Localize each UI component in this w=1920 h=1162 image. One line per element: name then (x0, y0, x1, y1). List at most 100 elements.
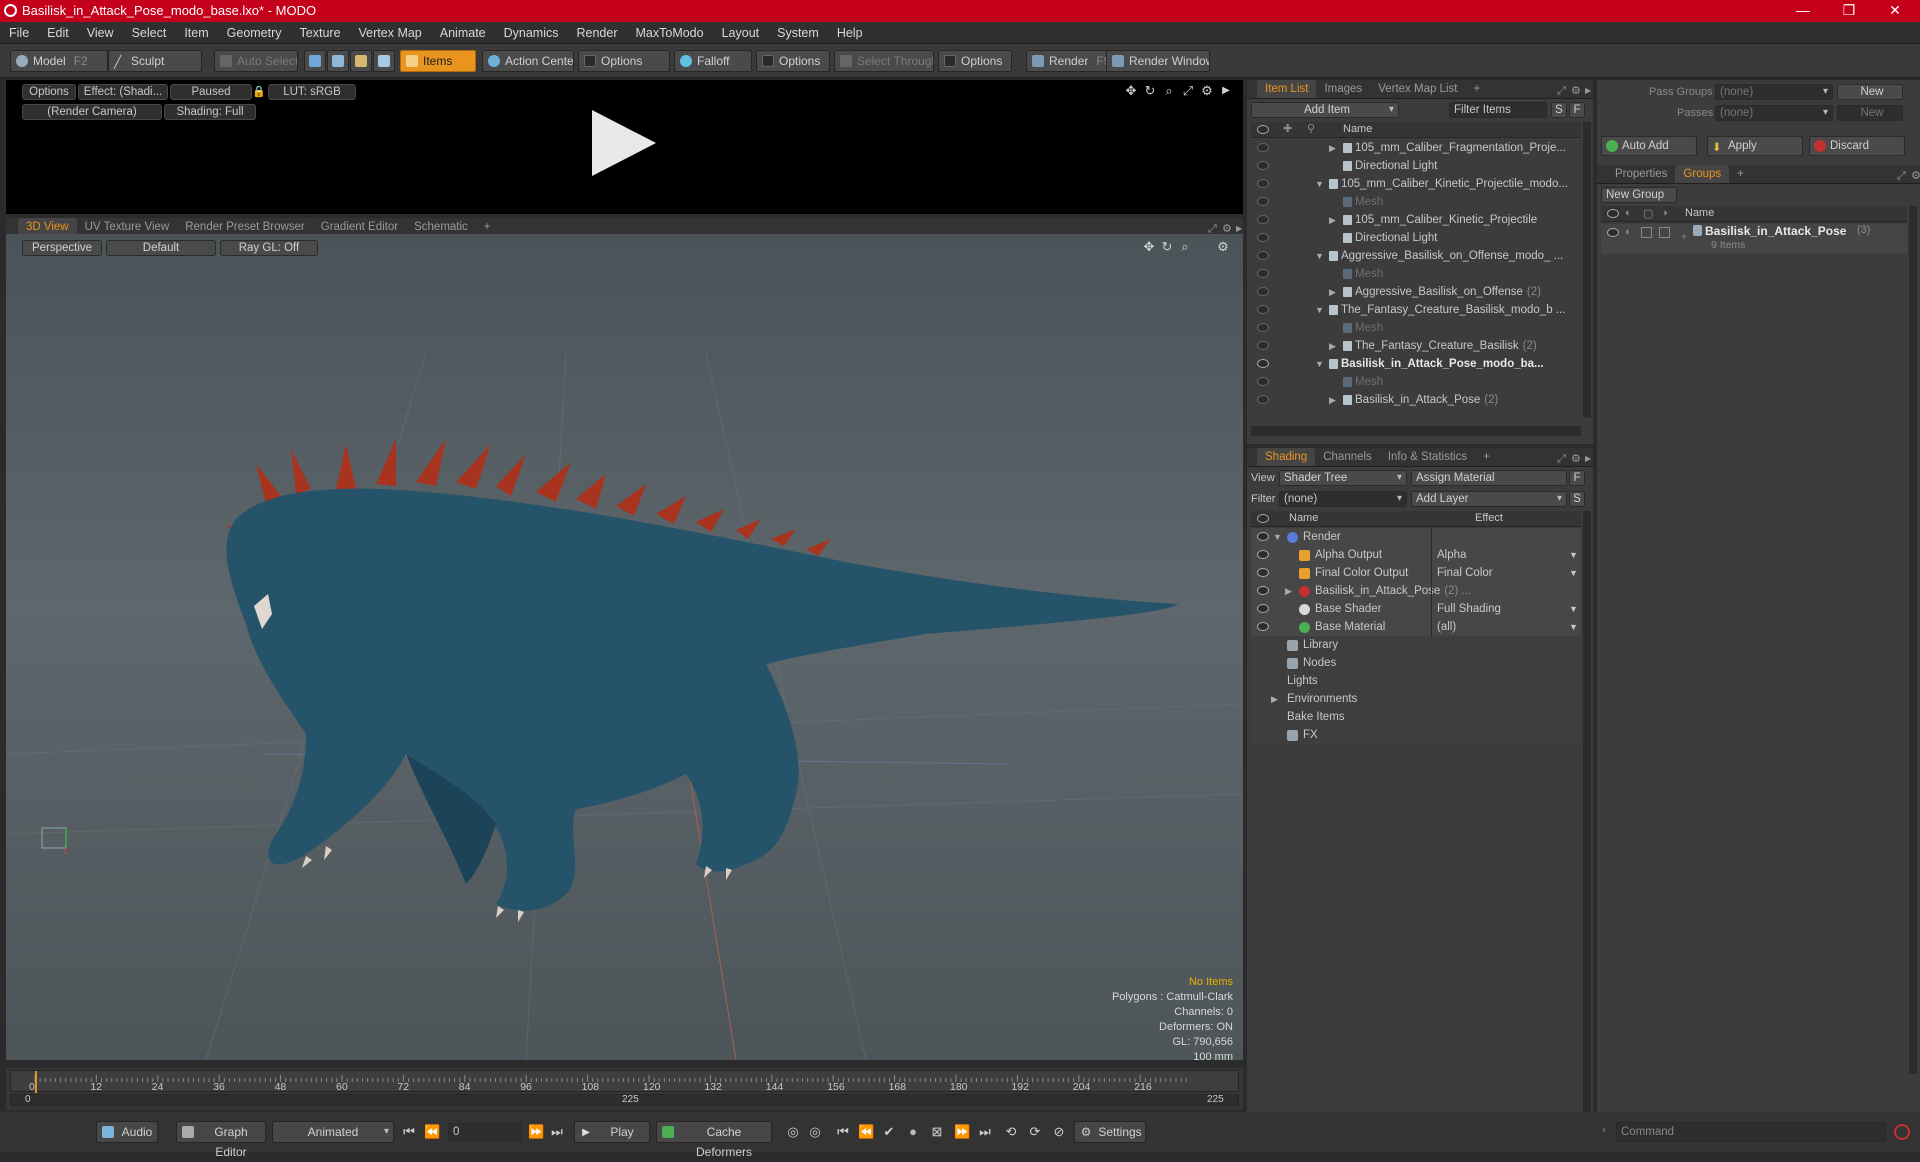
pass-groups-dropdown[interactable]: (none) (1715, 84, 1833, 100)
first-key-icon[interactable]: ⏮ (836, 1125, 850, 1139)
select-column-icon[interactable]: ◑ (1661, 207, 1668, 219)
menu-edit[interactable]: Edit (38, 22, 78, 44)
menu-select[interactable]: Select (123, 22, 176, 44)
item-row[interactable]: Directional Light (1251, 229, 1581, 247)
lock-column-icon[interactable]: ✚ (1283, 122, 1292, 135)
add-tab-icon[interactable]: + (1729, 165, 1752, 183)
prev-icon[interactable]: ⏪ (858, 1125, 874, 1139)
shader-name-column[interactable]: Name (1289, 512, 1318, 524)
shader-effect-column[interactable]: Effect (1475, 512, 1503, 524)
item-row[interactable]: Mesh (1251, 193, 1581, 211)
menu-render[interactable]: Render (568, 22, 627, 44)
shading-s-button[interactable]: S (1569, 491, 1585, 507)
menu-system[interactable]: System (768, 22, 828, 44)
collapse-icon[interactable]: ▼ (1315, 175, 1324, 193)
expand-icon[interactable]: ▶ (1285, 582, 1292, 600)
visibility-icon[interactable] (1257, 532, 1269, 541)
go-to-start-icon[interactable]: ⏮ (402, 1125, 416, 1139)
falloff-options-button[interactable]: Options (756, 50, 830, 72)
visibility-icon[interactable] (1257, 550, 1269, 559)
render-column-icon[interactable]: ⚲ (1307, 122, 1315, 135)
maximize-icon[interactable]: ⤢ (1181, 84, 1195, 98)
shader-row[interactable]: FX (1251, 726, 1581, 744)
shading-scrollbar[interactable] (1583, 511, 1591, 1131)
shader-effect[interactable]: Final Color (1437, 564, 1493, 582)
collapse-icon[interactable]: ▼ (1315, 355, 1324, 373)
expand-icon[interactable]: ▶ (1329, 337, 1336, 355)
play-icon[interactable] (592, 110, 656, 176)
render-window-button[interactable]: Render Window (1106, 50, 1210, 72)
sync-icon[interactable]: ⟳ (1028, 1125, 1042, 1139)
lock-column-icon[interactable]: ▢ (1643, 207, 1653, 220)
render-column-icon[interactable]: ◐ (1625, 207, 1632, 219)
visibility-icon[interactable] (1257, 359, 1269, 368)
menu-vertex-map[interactable]: Vertex Map (350, 22, 431, 44)
tab-groups[interactable]: Groups (1675, 165, 1730, 183)
tab-shading[interactable]: Shading (1257, 448, 1316, 466)
collapse-icon[interactable]: ▼ (1315, 301, 1324, 319)
tab-properties[interactable]: Properties (1607, 165, 1675, 183)
current-frame-input[interactable]: 0 (448, 1123, 522, 1141)
preview-effect-dropdown[interactable]: Effect: (Shadi... (78, 84, 168, 100)
shader-row[interactable]: Lights (1251, 672, 1581, 690)
apply-button[interactable]: ⬇ Apply (1707, 136, 1803, 156)
cache-deformers-button[interactable]: Cache Deformers (656, 1121, 772, 1159)
item-row[interactable]: ▼ Aggressive_Basilisk_on_Offense_modo_ ..… (1251, 247, 1581, 265)
item-row[interactable]: Mesh (1251, 265, 1581, 283)
arrow-right-icon[interactable]: ▶ (1577, 450, 1593, 464)
visibility-icon[interactable] (1257, 568, 1269, 577)
collapse-icon[interactable]: ▼ (1315, 247, 1324, 265)
visibility-icon[interactable] (1257, 161, 1269, 170)
visibility-icon[interactable] (1607, 228, 1619, 237)
render-camera-dropdown[interactable]: (Render Camera) (22, 104, 162, 120)
lock-icon[interactable]: 🔒 (252, 85, 266, 99)
expand-icon[interactable]: ▶ (1329, 391, 1336, 409)
range-bar[interactable]: 0 225 225 (10, 1094, 1239, 1106)
shader-row[interactable]: Bake Items (1251, 708, 1581, 726)
playhead[interactable] (35, 1071, 37, 1093)
action-center-options-button[interactable]: Options (578, 50, 670, 72)
add-tab-icon[interactable]: + (1465, 80, 1488, 98)
graph-editor-button[interactable]: Graph Editor (176, 1121, 266, 1159)
expand-icon[interactable]: ▶ (1329, 211, 1336, 229)
visibility-icon[interactable] (1257, 341, 1269, 350)
view-dropdown[interactable]: Shader Tree (1279, 470, 1407, 486)
materials-mode-button[interactable] (373, 50, 395, 72)
expand-plus-icon[interactable]: + (1681, 232, 1687, 243)
group-row[interactable]: ◐ + Basilisk_in_Attack_Pose (3) 9 Items (1601, 224, 1907, 254)
gear-icon[interactable]: ⚙ (1903, 167, 1920, 182)
shader-row[interactable]: ▶ Basilisk_in_Attack_Pose (2) ... (1251, 582, 1581, 600)
visibility-icon[interactable] (1257, 179, 1269, 188)
visibility-icon[interactable] (1257, 604, 1269, 613)
menu-item[interactable]: Item (175, 22, 217, 44)
expand-icon[interactable]: ▶ (1271, 690, 1278, 708)
menu-file[interactable]: File (0, 22, 38, 44)
item-row[interactable]: ▼ Basilisk_in_Attack_Pose_modo_ba... (1251, 355, 1581, 373)
play-button[interactable]: ▶ Play (574, 1121, 650, 1143)
falloff-button[interactable]: Falloff (674, 50, 752, 72)
command-input[interactable]: Command (1616, 1122, 1886, 1142)
collapse-icon[interactable]: ▼ (1273, 528, 1282, 546)
select-through-options-button[interactable]: Options (938, 50, 1012, 72)
visibility-icon[interactable] (1257, 269, 1269, 278)
go-to-end-icon[interactable]: ⏭ (550, 1125, 564, 1139)
effect-dropdown-icon[interactable]: ▼ (1569, 564, 1578, 582)
select-through-button[interactable]: Select Through (834, 50, 934, 72)
menu-layout[interactable]: Layout (713, 22, 769, 44)
rotate-icon[interactable]: ↻ (1143, 84, 1157, 98)
menu-texture[interactable]: Texture (291, 22, 350, 44)
menu-animate[interactable]: Animate (431, 22, 495, 44)
item-row[interactable]: Mesh (1251, 373, 1581, 391)
next-key-icon[interactable]: ⏩ (528, 1125, 544, 1139)
filter-items-input[interactable]: Filter Items (1449, 102, 1547, 118)
passes-dropdown[interactable]: (none) (1715, 105, 1833, 121)
visibility-icon[interactable] (1257, 305, 1269, 314)
tab-images[interactable]: Images (1316, 80, 1370, 98)
item-list-hscroll[interactable] (1251, 426, 1581, 436)
select-toggle-icon[interactable] (1659, 227, 1670, 238)
item-row[interactable]: ▶ Aggressive_Basilisk_on_Offense (2) (1251, 283, 1581, 301)
menu-help[interactable]: Help (828, 22, 872, 44)
arrow-right-icon[interactable]: ▶ (1219, 84, 1233, 98)
audio-button[interactable]: Audio (96, 1121, 158, 1143)
tab-info-statistics[interactable]: Info & Statistics (1380, 448, 1475, 466)
